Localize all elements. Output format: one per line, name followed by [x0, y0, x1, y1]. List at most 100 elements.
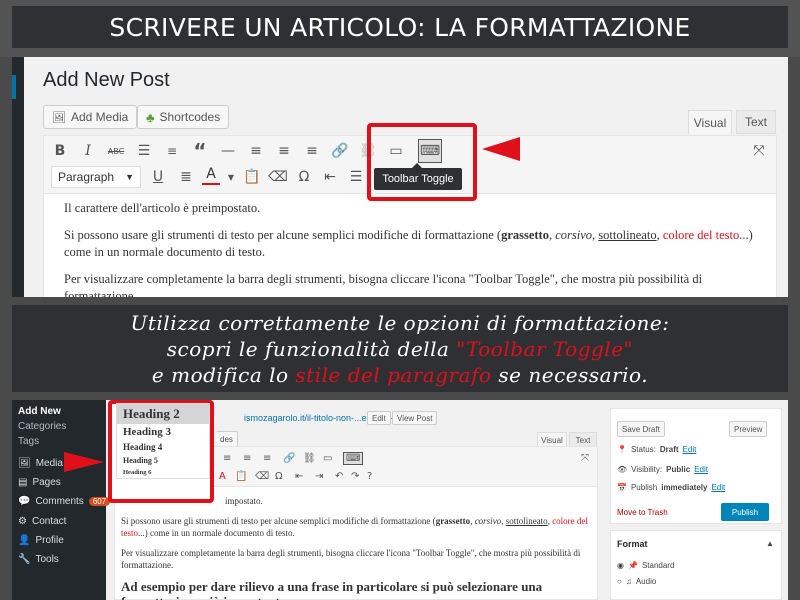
blockquote-icon[interactable]: “	[188, 139, 212, 163]
undo-icon[interactable]: ↶	[335, 471, 343, 482]
editor-content-small[interactable]: impostato. Si possono usare gli strument…	[121, 495, 591, 600]
tip-line-2: scopri le funzionalità della "Toolbar To…	[167, 336, 633, 362]
heading-option-3[interactable]: Heading 3	[117, 424, 209, 440]
publish-label: Publish	[630, 483, 658, 492]
sidebar-profile-label: Profile	[35, 535, 64, 546]
special-char-icon[interactable]: Ω	[275, 471, 283, 482]
collapse-arrow-icon[interactable]: ▲	[766, 539, 774, 548]
link-icon[interactable]: 🔗	[283, 453, 295, 464]
horizontal-line-icon[interactable]: —	[216, 139, 240, 163]
heading-option-5[interactable]: Heading 5	[117, 454, 209, 467]
help-icon[interactable]: ?	[367, 471, 372, 482]
sidebar-tags-label: Tags	[18, 436, 40, 447]
sidebar-item-add-new[interactable]: Add New	[18, 406, 61, 417]
align-center-icon[interactable]: ≡	[272, 139, 296, 163]
radio-selected-icon[interactable]: ◉	[617, 561, 624, 570]
view-post-button[interactable]: View Post	[392, 411, 438, 425]
status-edit-link[interactable]: Edit	[683, 445, 697, 454]
save-draft-button[interactable]: Save Draft	[617, 421, 665, 437]
fullscreen-icon[interactable]: ⤧	[581, 453, 589, 464]
text-color-icon[interactable]: A	[202, 165, 220, 185]
publish-metabox: Save Draft Preview 📍 Status: Draft Edit 👁 V…	[610, 408, 782, 524]
format-option-audio[interactable]: ○ ♫ Audio	[617, 577, 656, 586]
editor-content[interactable]: Il carattere dell'articolo è preimpostat…	[64, 200, 764, 297]
sidebar-item-profile[interactable]: 👤 Profile	[18, 535, 64, 546]
indent-icon[interactable]: ☰	[344, 165, 368, 189]
sidebar-item-tools[interactable]: 🔧 Tools	[18, 554, 59, 565]
format-option-standard[interactable]: ◉ 📌 Standard	[617, 561, 674, 570]
numbered-list-icon[interactable]: ≡	[160, 139, 184, 163]
clear-formatting-icon[interactable]: ⌫	[266, 165, 290, 189]
text-color-icon[interactable]: A	[219, 471, 226, 482]
comments-count-badge: 607	[88, 497, 111, 506]
indent-icon[interactable]: ⇥	[315, 471, 323, 482]
shortcodes-button[interactable]: ♣ Shortcodes	[137, 105, 230, 129]
publish-edit-link[interactable]: Edit	[711, 483, 725, 492]
sidebar-item-tags[interactable]: Tags	[18, 436, 39, 447]
radio-icon[interactable]: ○	[617, 577, 622, 586]
tip-line-2a: scopri le funzionalità della	[166, 336, 457, 361]
paragraph-2-small: Si possono usare gli strumenti di testo …	[121, 516, 588, 538]
special-char-icon[interactable]: Ω	[292, 165, 316, 189]
move-to-trash-link[interactable]: Move to Trash	[617, 508, 668, 517]
italic-icon[interactable]: I	[76, 139, 100, 163]
sidebar-item-contact[interactable]: ⚙ Contact	[18, 516, 66, 527]
publish-value: immediately	[661, 483, 708, 492]
sidebar-item-comments[interactable]: 💬 Comments 607	[18, 496, 111, 507]
visibility-edit-link[interactable]: Edit	[694, 465, 708, 474]
wrench-icon: 🔧	[18, 554, 31, 565]
align-left-icon[interactable]: ≡	[223, 453, 231, 464]
align-right-icon[interactable]: ≡	[263, 453, 271, 464]
outdent-icon[interactable]: ⇤	[295, 471, 303, 482]
fullscreen-icon[interactable]: ⤧	[747, 139, 771, 163]
p2-bold: grassetto	[501, 228, 549, 242]
toolbar-toggle-icon[interactable]: ⌨	[343, 452, 364, 465]
add-media-button-partial[interactable]: des	[216, 431, 238, 447]
tip-line-3a: e modifica lo	[151, 362, 296, 387]
read-more-icon[interactable]: ▭	[323, 453, 332, 464]
add-media-button[interactable]: 🖼 Add Media	[43, 105, 138, 129]
bullet-list-icon[interactable]: ☰	[132, 139, 156, 163]
bold-icon[interactable]: B	[48, 139, 72, 163]
media-icon: 🖼	[52, 111, 66, 124]
justify-icon[interactable]: ≣	[174, 165, 198, 189]
tab-text[interactable]: Text	[736, 110, 776, 134]
align-right-icon[interactable]: ≡	[300, 139, 324, 163]
paragraph-format-select[interactable]: Paragraph ▼	[51, 166, 141, 188]
sidebar-item-pages[interactable]: ▤ Pages	[18, 477, 61, 488]
redo-icon[interactable]: ↷	[351, 471, 359, 482]
user-icon: 👤	[18, 535, 31, 546]
publish-button[interactable]: Publish	[721, 503, 769, 521]
sidebar-item-media[interactable]: 🖼 Media	[18, 458, 63, 469]
comment-icon: 💬	[18, 496, 31, 507]
outdent-icon[interactable]: ⇤	[318, 165, 342, 189]
visibility-label: Visibility:	[631, 465, 663, 474]
unlink-icon[interactable]: ⛓	[303, 453, 316, 464]
link-icon[interactable]: 🔗	[328, 139, 352, 163]
strikethrough-icon[interactable]: ABC	[104, 139, 128, 163]
page-icon: ▤	[18, 477, 28, 488]
sidebar-item-categories[interactable]: Categories	[18, 421, 66, 432]
heading-option-2[interactable]: Heading 2	[117, 404, 209, 424]
shortcodes-label: Shortcodes	[159, 110, 221, 124]
paste-text-icon[interactable]: 📋	[240, 165, 264, 189]
tip-line-2-highlight: "Toolbar Toggle"	[456, 336, 634, 361]
page-title: Add New Post	[43, 69, 170, 91]
top-banner: SCRIVERE UN ARTICOLO: LA FORMATTAZIONE	[0, 0, 800, 57]
preview-button[interactable]: Preview	[729, 421, 768, 437]
middle-banner-box: Utilizza correttamente le opzioni di for…	[12, 305, 788, 392]
underline-icon[interactable]: U	[146, 165, 170, 189]
p2s-bold: grassetto	[435, 516, 471, 526]
heading-option-6[interactable]: Heading 6	[117, 467, 209, 478]
p2s-underline: sottolineato	[505, 516, 548, 526]
heading-option-4[interactable]: Heading 4	[117, 440, 209, 454]
status-label: Status:	[630, 445, 656, 454]
sidebar-pages-label: Pages	[32, 477, 61, 488]
permalink-edit-button[interactable]: Edit	[367, 411, 391, 425]
paste-text-icon[interactable]: 📋	[235, 471, 247, 482]
clear-formatting-icon[interactable]: ⌫	[255, 471, 269, 482]
align-center-icon[interactable]: ≡	[243, 453, 251, 464]
sidebar-comments-label: Comments	[35, 496, 84, 507]
tab-visual[interactable]: Visual	[688, 110, 732, 134]
align-left-icon[interactable]: ≡	[244, 139, 268, 163]
